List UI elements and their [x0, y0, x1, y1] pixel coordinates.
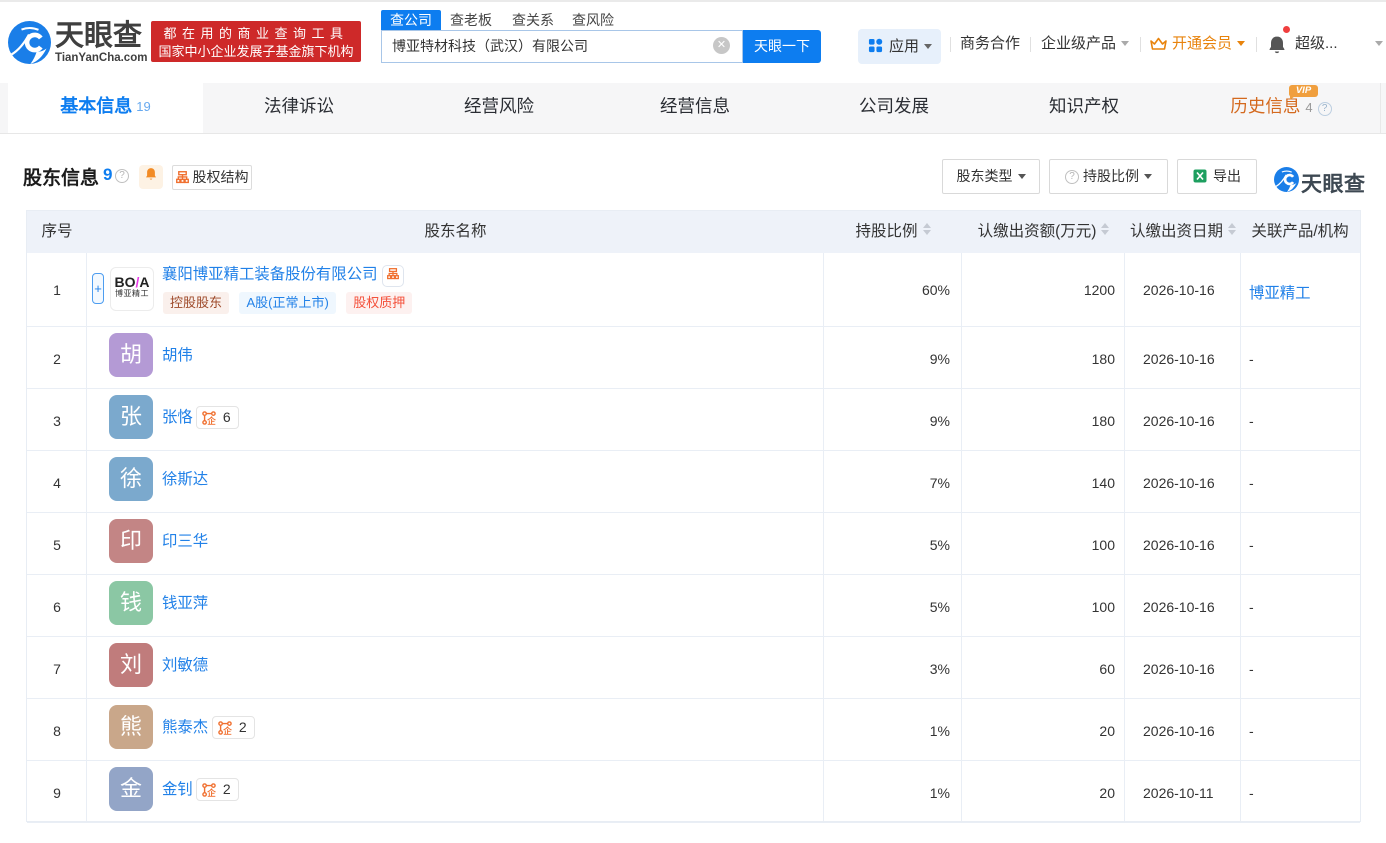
svg-text:企: 企 — [222, 726, 232, 735]
svg-text:企: 企 — [206, 416, 216, 425]
svg-text:企: 企 — [206, 788, 216, 797]
